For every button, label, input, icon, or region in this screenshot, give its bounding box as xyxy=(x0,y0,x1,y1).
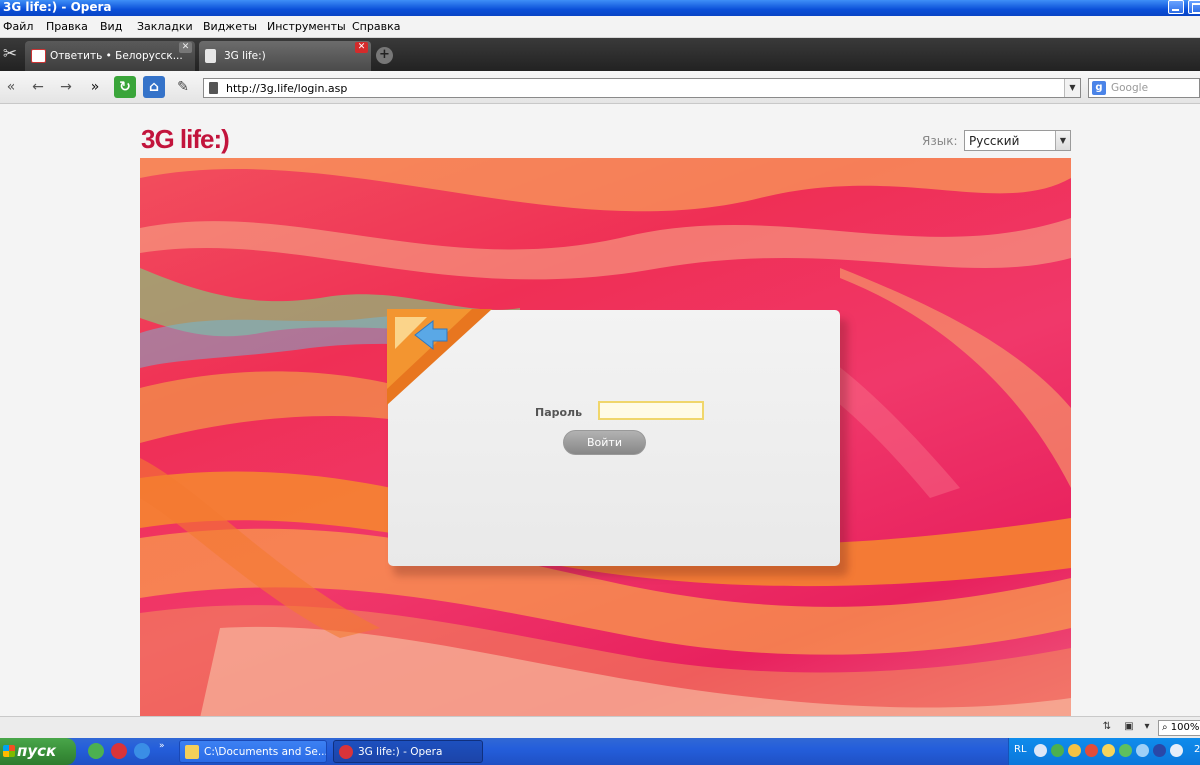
menu-help[interactable]: Справка xyxy=(352,20,400,33)
language-label: Язык: xyxy=(922,134,958,148)
internet-explorer-icon[interactable] xyxy=(134,743,150,759)
navigation-bar: « ← → » ↻ ⌂ ✎ http://3g.life/login.asp ▼… xyxy=(0,71,1200,104)
window-title: 3G life:) - Opera xyxy=(3,0,112,14)
tab-bar: ✂ Ответить • Белорусск... ✕ 3G life:) ✕ … xyxy=(0,38,1200,71)
page-viewport: 3G life:) Язык: Русский ▼ Пароль Войти xyxy=(0,104,1200,716)
system-tray: RL 2 xyxy=(1008,738,1200,765)
forward-arrow-icon[interactable]: → xyxy=(55,76,77,98)
utorrent-icon[interactable] xyxy=(88,743,104,759)
tray-alert-icon[interactable] xyxy=(1068,744,1081,757)
address-url: http://3g.life/login.asp xyxy=(226,82,348,95)
search-box[interactable]: g Google xyxy=(1088,78,1200,98)
folder-icon xyxy=(185,745,199,759)
start-button[interactable]: пуск xyxy=(0,738,76,765)
home-icon[interactable]: ⌂ xyxy=(143,76,165,98)
keyboard-language[interactable]: RL xyxy=(1014,744,1027,755)
menu-bookmarks[interactable]: Закладки xyxy=(137,20,193,33)
reload-icon[interactable]: ↻ xyxy=(114,76,136,98)
login-button[interactable]: Войти xyxy=(563,430,646,455)
tab-label: 3G life:) xyxy=(224,50,266,62)
language-value: Русский xyxy=(969,134,1020,148)
tray-usb-icon[interactable] xyxy=(1170,744,1183,757)
tab-forum[interactable]: Ответить • Белорусск... ✕ xyxy=(25,41,195,71)
image-toggle-icon[interactable]: ▣ xyxy=(1122,721,1136,733)
close-tab-icon[interactable]: ✕ xyxy=(355,42,368,53)
menu-view[interactable]: Вид xyxy=(100,20,122,33)
status-bar: ⇅ ▣ ▾ ⌕ 100% xyxy=(0,716,1200,738)
start-label: пуск xyxy=(17,742,57,760)
menu-file[interactable]: Файл xyxy=(3,20,33,33)
network-icon[interactable]: ⇅ xyxy=(1100,721,1114,733)
taskbar-item-label: C:\Documents and Se... xyxy=(204,746,327,758)
taskbar-item-opera[interactable]: 3G life:) - Opera xyxy=(333,740,483,763)
os-taskbar: пуск » C:\Documents and Se... 3G life:) … xyxy=(0,738,1200,765)
password-label: Пароль xyxy=(535,406,583,419)
back-arrow-icon[interactable]: ← xyxy=(27,76,49,98)
zoom-level[interactable]: ⌕ 100% xyxy=(1158,720,1200,736)
menu-edit[interactable]: Правка xyxy=(46,20,88,33)
quicklaunch-more-icon[interactable]: » xyxy=(159,741,165,751)
search-placeholder: Google xyxy=(1111,82,1149,94)
windows-logo-icon xyxy=(3,745,15,757)
fast-forward-icon[interactable]: » xyxy=(84,76,106,98)
brand-logo: 3G life:) xyxy=(141,124,230,154)
minimize-button[interactable] xyxy=(1168,0,1184,14)
address-bar[interactable]: http://3g.life/login.asp ▼ xyxy=(203,78,1081,98)
tray-bluetooth-icon[interactable] xyxy=(1153,744,1166,757)
address-dropdown-icon[interactable]: ▼ xyxy=(1064,79,1080,97)
opera-icon xyxy=(339,745,353,759)
close-tab-icon[interactable]: ✕ xyxy=(179,42,192,53)
tray-utorrent-icon[interactable] xyxy=(1051,744,1064,757)
language-select[interactable]: Русский ▼ xyxy=(964,130,1071,151)
maximize-button[interactable] xyxy=(1188,0,1200,14)
tray-volume-icon[interactable] xyxy=(1136,744,1149,757)
tray-network-icon[interactable] xyxy=(1119,744,1132,757)
menu-widgets[interactable]: Виджеты xyxy=(203,20,257,33)
opera-icon[interactable] xyxy=(111,743,127,759)
wand-icon[interactable]: ✎ xyxy=(172,76,194,98)
page-favicon-icon xyxy=(205,49,216,63)
tools-icon[interactable]: ✂ xyxy=(0,44,20,64)
chevron-down-icon[interactable]: ▾ xyxy=(1140,721,1154,733)
window-titlebar: 3G life:) - Opera xyxy=(0,0,1200,16)
tray-arrow-icon[interactable] xyxy=(1034,744,1047,757)
new-tab-button[interactable]: + xyxy=(376,47,393,64)
menu-bar: Файл Правка Вид Закладки Виджеты Инструм… xyxy=(0,16,1200,38)
tab-3g-life[interactable]: 3G life:) ✕ xyxy=(199,41,371,71)
taskbar-item-explorer[interactable]: C:\Documents and Se... xyxy=(179,740,327,763)
taskbar-item-label: 3G life:) - Opera xyxy=(358,746,443,758)
login-arrow-icon xyxy=(387,309,492,405)
menu-tools[interactable]: Инструменты xyxy=(267,20,346,33)
tray-antivirus-icon[interactable] xyxy=(1085,744,1098,757)
clock: 2 xyxy=(1194,744,1200,755)
tray-warning-icon[interactable] xyxy=(1102,744,1115,757)
chevron-down-icon: ▼ xyxy=(1055,131,1070,150)
forum-favicon-icon xyxy=(31,49,46,63)
page-icon xyxy=(209,82,218,94)
zoom-value: 100% xyxy=(1170,722,1200,733)
tab-label: Ответить • Белорусск... xyxy=(50,50,183,62)
google-icon: g xyxy=(1092,81,1106,95)
rewind-icon[interactable]: « xyxy=(0,76,22,98)
password-field[interactable] xyxy=(598,401,704,420)
